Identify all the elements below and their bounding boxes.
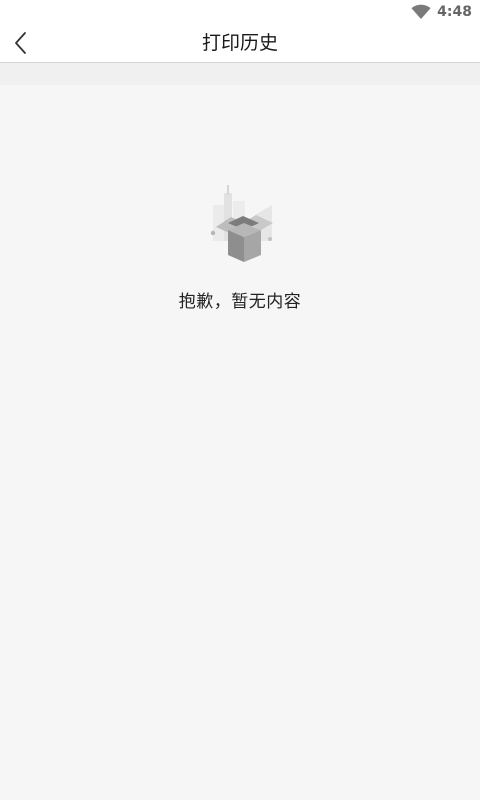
status-time: 4:48 (437, 4, 472, 20)
status-icons: 4:48 (411, 2, 472, 22)
empty-box-icon (210, 185, 273, 262)
empty-state: 抱歉，暂无内容 (0, 175, 480, 312)
app-bar: 打印历史 (0, 24, 480, 63)
wifi-icon (411, 4, 431, 19)
back-button[interactable] (4, 26, 38, 60)
header-divider-strip (0, 63, 480, 85)
page-title: 打印历史 (201, 32, 278, 54)
status-bar: 4:48 (0, 0, 480, 24)
chevron-left-icon (15, 32, 26, 54)
empty-message: 抱歉，暂无内容 (178, 292, 302, 312)
